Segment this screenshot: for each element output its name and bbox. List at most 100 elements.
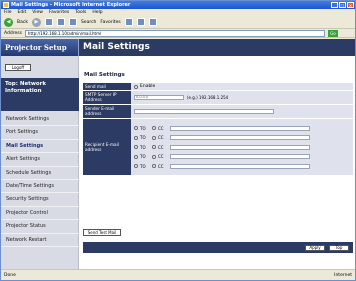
recipient-input[interactable]	[170, 154, 310, 159]
back-label[interactable]: Back	[17, 20, 28, 25]
recipient-input[interactable]	[170, 135, 310, 140]
status-text: Done	[4, 272, 16, 278]
sidebar-item-projector-status[interactable]: Projector Status	[1, 220, 79, 234]
cc-label: CC	[158, 163, 164, 169]
to-radio[interactable]	[134, 164, 138, 168]
recipient-entry-3: TO CC	[134, 142, 310, 152]
status-bar: Done Internet	[1, 269, 355, 280]
menu-favorites[interactable]: Favorites	[49, 9, 69, 16]
to-radio[interactable]	[134, 126, 138, 130]
address-input[interactable]: http://192.168.1.10/admin/mail.html	[24, 29, 325, 37]
stop-icon[interactable]	[44, 18, 53, 26]
cc-radio[interactable]	[152, 164, 156, 168]
cc-radio[interactable]	[152, 126, 156, 130]
menu-tools[interactable]: Tools	[75, 9, 86, 16]
refresh-icon[interactable]	[56, 18, 65, 26]
brand-logo: Projector Setup	[1, 39, 79, 56]
menu-help[interactable]: Help	[92, 9, 102, 16]
browser-window: Mail Settings - Microsoft Internet Explo…	[0, 0, 356, 281]
sidebar-item-date-time-settings[interactable]: Date/Time Settings	[1, 180, 79, 194]
page-title: Mail Settings	[83, 42, 150, 52]
sender-input[interactable]	[134, 109, 274, 114]
sidebar-item-schedule-settings[interactable]: Schedule Settings	[1, 167, 79, 180]
title-bar: Mail Settings - Microsoft Internet Explo…	[1, 1, 355, 9]
sidebar-top-link[interactable]: Top: Network Information	[1, 78, 79, 111]
close-button[interactable]: ×	[347, 2, 354, 8]
to-radio[interactable]	[134, 135, 138, 140]
menu-bar: File Edit View Favorites Tools Help	[1, 9, 355, 16]
recipient-entry-4: TO CC	[134, 152, 310, 162]
page-content: Projector Setup Mail Settings Logoff Top…	[1, 39, 355, 269]
cc-radio[interactable]	[152, 154, 156, 159]
sender-label: Sender E-mail address	[83, 105, 131, 118]
menu-view[interactable]: View	[32, 9, 43, 16]
to-label: TO	[140, 144, 146, 150]
menu-edit[interactable]: Edit	[18, 9, 27, 16]
sender-value	[131, 105, 353, 118]
cc-label: CC	[158, 154, 164, 159]
recipient-entry-1: TO CC	[134, 123, 310, 133]
go-button[interactable]: Go	[327, 29, 338, 37]
section-title: Mail Settings	[84, 72, 125, 78]
home-icon[interactable]	[68, 18, 77, 26]
send-test-mail-button[interactable]: Send Test Mail	[83, 229, 121, 236]
cc-radio[interactable]	[152, 135, 156, 140]
smtp-input[interactable]: 0.0.0.0	[134, 95, 184, 100]
to-label: TO	[140, 125, 146, 131]
forward-arrow-icon[interactable]: ▶	[31, 17, 41, 27]
recipient-input[interactable]	[170, 144, 310, 150]
minimize-button[interactable]: _	[331, 2, 338, 8]
recipient-row: Recipient E-mail address TO CC TO CC TO …	[83, 119, 353, 176]
smtp-hint: (e.g.) 192.168.1.254	[187, 95, 229, 100]
cc-label: CC	[158, 135, 164, 140]
sender-row: Sender E-mail address	[83, 105, 353, 119]
recipient-input[interactable]	[170, 125, 310, 131]
enable-checkbox[interactable]	[134, 84, 138, 89]
smtp-row: SMTP Server IP Address 0.0.0.0 (e.g.) 19…	[83, 91, 353, 105]
sidebar: Logoff Top: Network Information Network …	[1, 56, 79, 269]
favorites-label[interactable]: Favorites	[100, 20, 120, 25]
sidebar-item-network-settings[interactable]: Network Settings	[1, 113, 79, 127]
logoff-button[interactable]: Logoff	[5, 64, 31, 71]
brand-bar: Projector Setup Mail Settings	[1, 39, 355, 56]
mail-settings-form: Send mail Enable SMTP Server IP Address …	[83, 83, 353, 176]
sidebar-menu: Network Settings Port Settings Mail Sett…	[1, 113, 79, 247]
sidebar-item-projector-control[interactable]: Projector Control	[1, 207, 79, 221]
maximize-button[interactable]: □	[339, 2, 346, 8]
apply-button[interactable]: Apply	[305, 245, 325, 251]
recipient-entry-2: TO CC	[134, 133, 310, 143]
media-icon[interactable]	[124, 18, 133, 26]
cc-radio[interactable]	[152, 145, 156, 149]
top-button[interactable]: Top	[329, 245, 349, 251]
to-label: TO	[140, 154, 146, 159]
cc-label: CC	[158, 144, 164, 150]
window-title: Mail Settings - Microsoft Internet Explo…	[11, 2, 131, 8]
print-icon[interactable]	[148, 18, 157, 26]
menu-file[interactable]: File	[4, 9, 12, 16]
send-mail-label: Send mail	[83, 83, 131, 90]
address-label: Address	[4, 30, 22, 36]
search-label[interactable]: Search	[81, 20, 96, 25]
sidebar-item-security-settings[interactable]: Security Settings	[1, 193, 79, 207]
sidebar-item-mail-settings[interactable]: Mail Settings	[1, 140, 79, 154]
back-arrow-icon[interactable]: ◀	[4, 17, 13, 27]
send-mail-row: Send mail Enable	[83, 83, 353, 91]
recipient-label: Recipient E-mail address	[83, 119, 131, 175]
to-radio[interactable]	[134, 154, 138, 159]
sidebar-item-port-settings[interactable]: Port Settings	[1, 126, 79, 140]
sidebar-item-alert-settings[interactable]: Alert Settings	[1, 153, 79, 167]
zone-text: Internet	[334, 272, 352, 278]
enable-label: Enable	[140, 84, 156, 89]
to-label: TO	[140, 163, 146, 169]
mail-icon[interactable]	[136, 18, 145, 26]
main-panel: Mail Settings Send mail Enable SMTP Serv…	[79, 56, 355, 269]
send-mail-value: Enable	[131, 83, 353, 90]
recipient-input[interactable]	[170, 163, 310, 169]
smtp-label: SMTP Server IP Address	[83, 91, 131, 104]
cc-label: CC	[158, 125, 164, 131]
ie-logo-icon	[3, 2, 9, 8]
recipient-entry-5: TO CC	[134, 161, 310, 171]
sidebar-item-network-restart[interactable]: Network Restart	[1, 234, 79, 247]
window-controls: _ □ ×	[331, 2, 354, 8]
to-radio[interactable]	[134, 145, 138, 149]
